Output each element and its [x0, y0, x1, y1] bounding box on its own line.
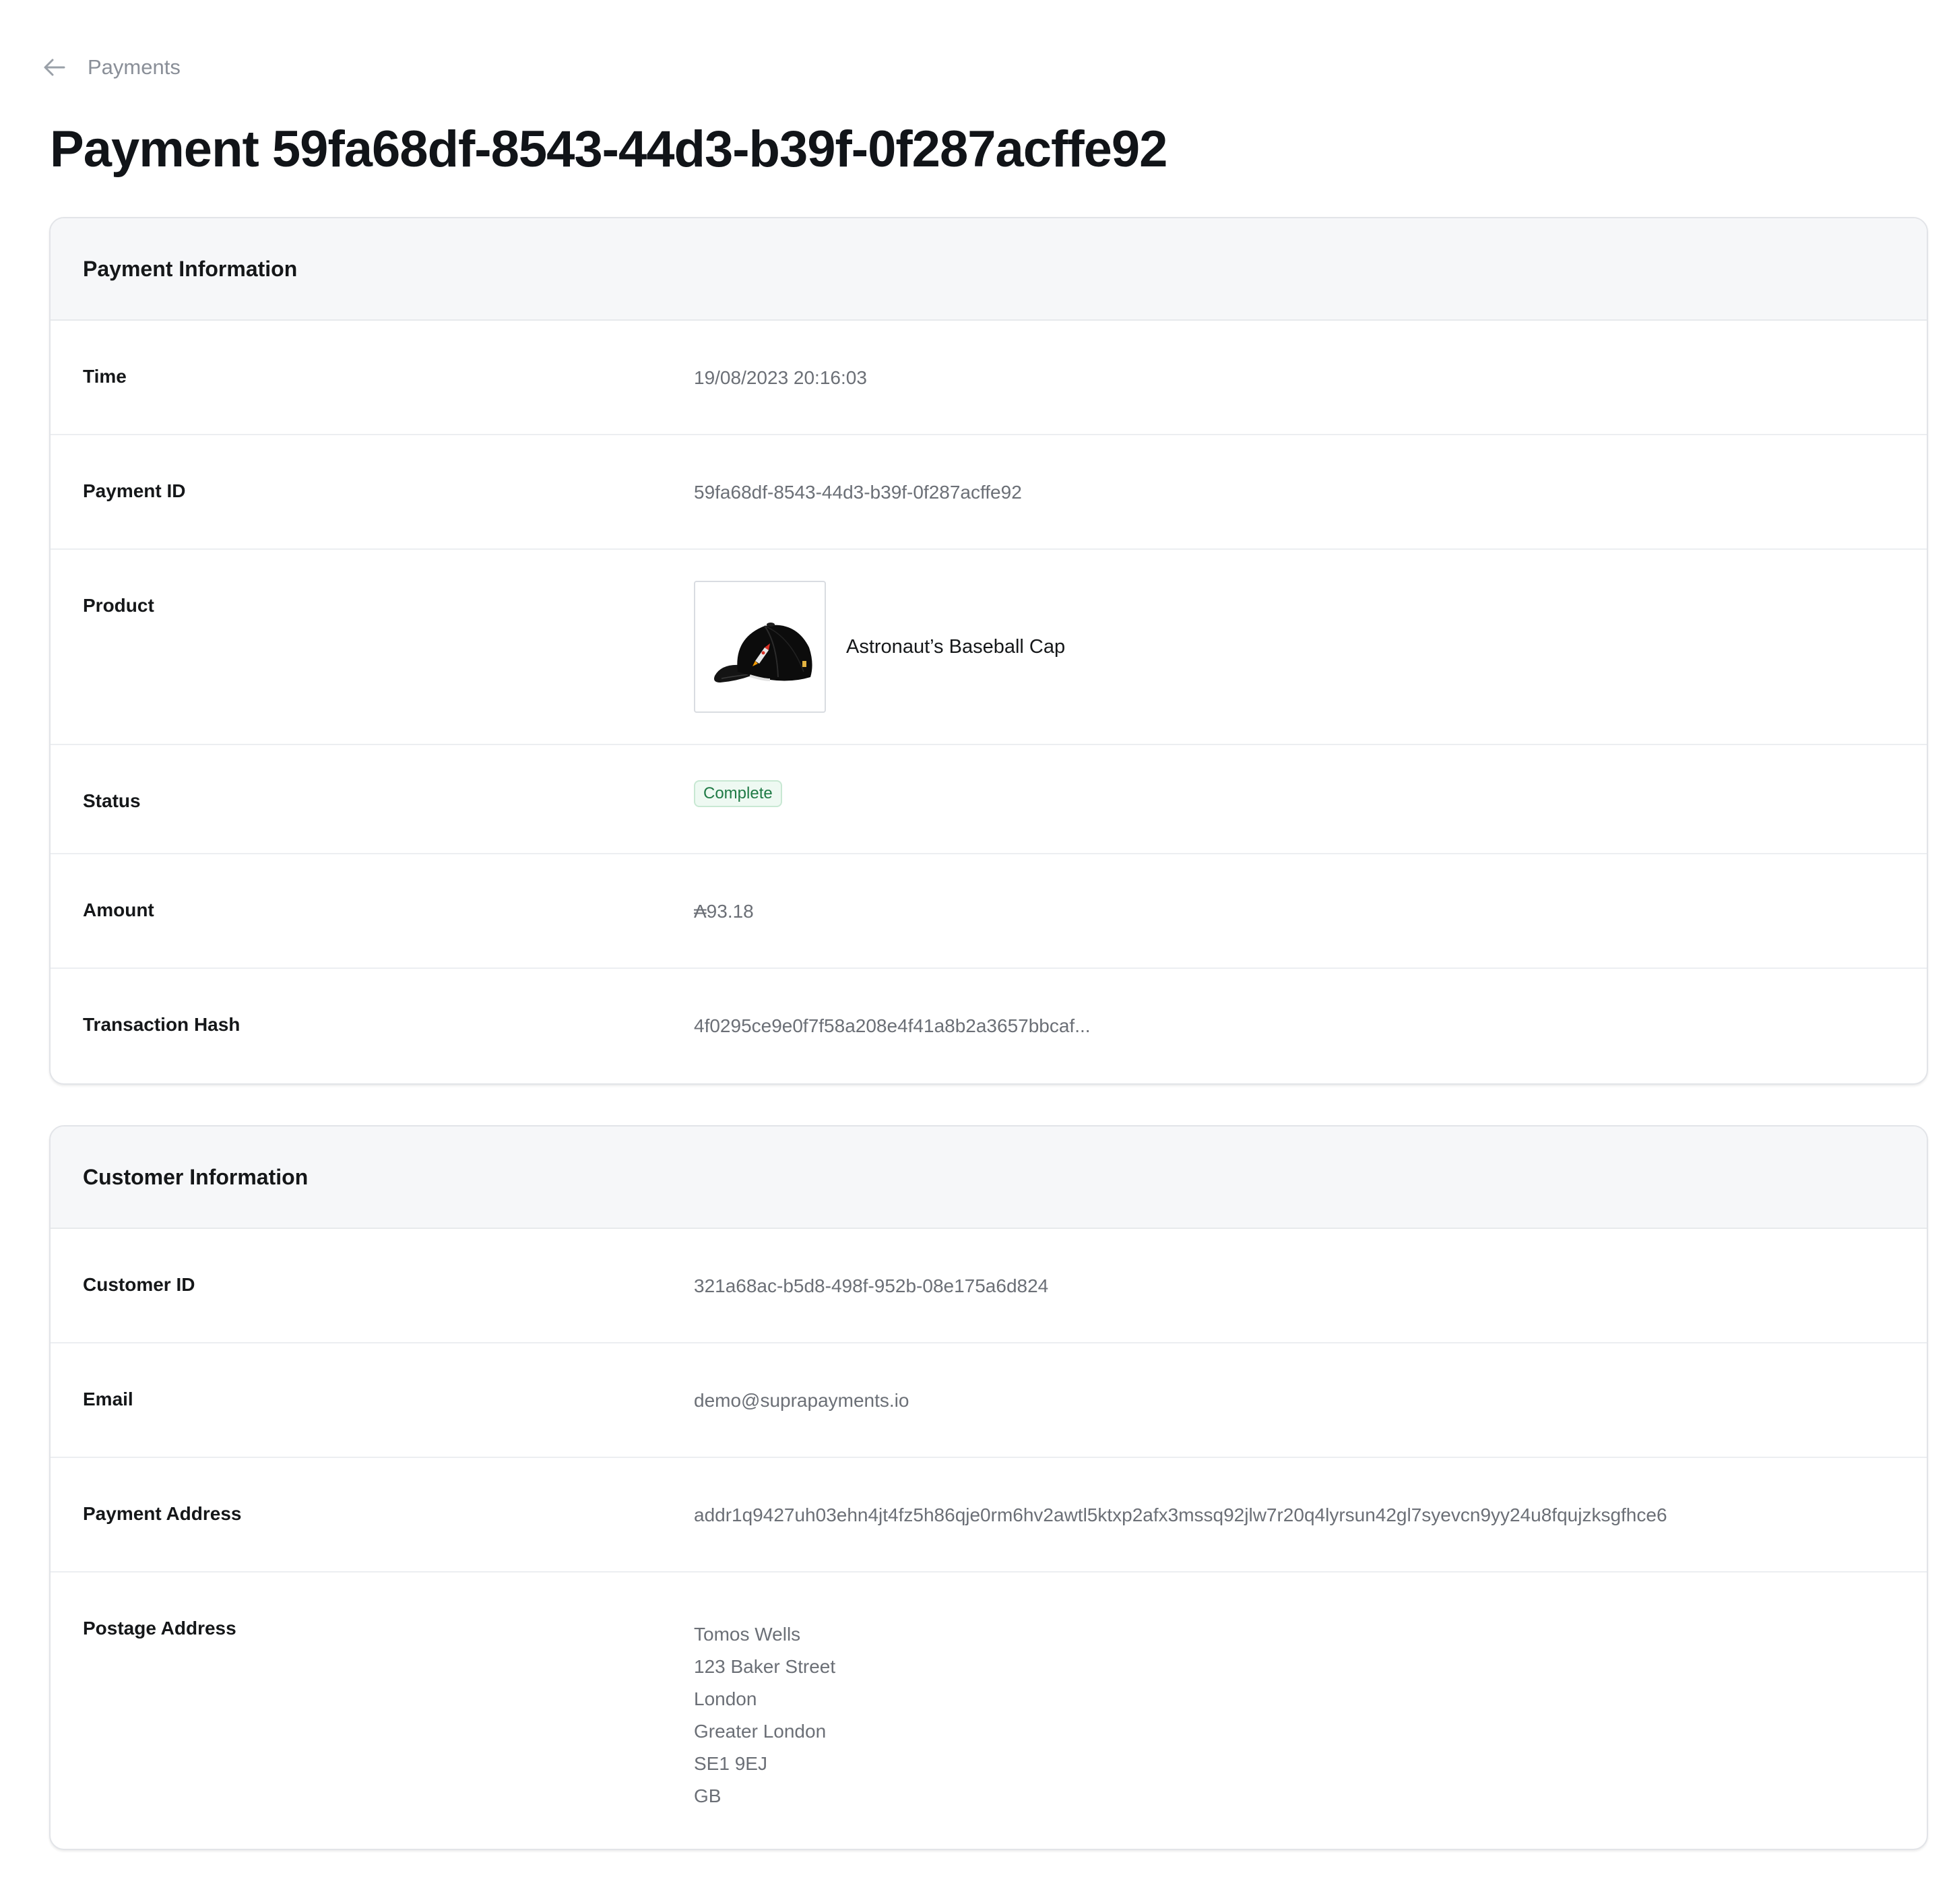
customer-id-label: Customer ID — [83, 1274, 195, 1295]
product-name: Astronaut’s Baseball Cap — [846, 635, 1066, 658]
page-title: Payment 59fa68df-8543-44d3-b39f-0f287acf… — [50, 121, 1167, 178]
arrow-left-icon — [43, 58, 66, 77]
email-label: Email — [83, 1389, 133, 1409]
customer-id-value: 321a68ac-b5d8-498f-952b-08e175a6d824 — [694, 1275, 1049, 1296]
back-to-payments-link[interactable]: Payments — [43, 49, 181, 86]
row-customer-id: Customer ID 321a68ac-b5d8-498f-952b-08e1… — [51, 1229, 1927, 1343]
row-transaction-hash: Transaction Hash 4f0295ce9e0f7f58a208e4f… — [51, 969, 1927, 1082]
payment-address-value: addr1q9427uh03ehn4jt4fz5h86qje0rm6hv2awt… — [694, 1504, 1667, 1525]
customer-information-card: Customer Information Customer ID 321a68a… — [49, 1125, 1928, 1850]
card-header: Payment Information — [51, 218, 1927, 321]
address-line: 123 Baker Street — [694, 1656, 836, 1677]
back-link-label: Payments — [88, 55, 181, 79]
address-line: London — [694, 1688, 757, 1709]
row-payment-address: Payment Address addr1q9427uh03ehn4jt4fz5… — [51, 1458, 1927, 1573]
row-payment-id: Payment ID 59fa68df-8543-44d3-b39f-0f287… — [51, 435, 1927, 550]
address-line: Greater London — [694, 1721, 827, 1742]
status-label: Status — [83, 790, 141, 811]
address-line: GB — [694, 1785, 722, 1806]
postage-address-value: Tomos Wells 123 Baker Street London Grea… — [694, 1618, 835, 1812]
time-value: 19/08/2023 20:16:03 — [694, 367, 867, 388]
payment-detail-page: Payments Payment 59fa68df-8543-44d3-b39f… — [0, 0, 1955, 1904]
row-time: Time 19/08/2023 20:16:03 — [51, 321, 1927, 435]
address-line: SE1 9EJ — [694, 1753, 767, 1774]
row-postage-address: Postage Address Tomos Wells 123 Baker St… — [51, 1573, 1927, 1847]
product-thumbnail — [694, 581, 826, 713]
row-amount: Amount ₳93.18 — [51, 854, 1927, 969]
email-value: demo@suprapayments.io — [694, 1390, 909, 1411]
baseball-cap-image — [714, 623, 812, 683]
card-header: Customer Information — [51, 1126, 1927, 1229]
payment-id-label: Payment ID — [83, 480, 186, 501]
transaction-hash-label: Transaction Hash — [83, 1014, 241, 1035]
product-label: Product — [83, 595, 154, 616]
row-email: Email demo@suprapayments.io — [51, 1343, 1927, 1458]
amount-label: Amount — [83, 899, 154, 920]
amount-value: ₳93.18 — [694, 901, 754, 922]
payment-id-value: 59fa68df-8543-44d3-b39f-0f287acffe92 — [694, 482, 1022, 503]
product-item[interactable]: Astronaut’s Baseball Cap — [694, 581, 1065, 713]
time-label: Time — [83, 366, 127, 387]
transaction-hash-value[interactable]: 4f0295ce9e0f7f58a208e4f41a8b2a3657bbcaf.… — [694, 1015, 1091, 1038]
postage-address-label: Postage Address — [83, 1618, 236, 1639]
row-status: Status Complete — [51, 745, 1927, 854]
row-product: Product Astronaut’s Baseball Cap — [51, 550, 1927, 745]
status-badge: Complete — [694, 780, 782, 807]
payment-address-label: Payment Address — [83, 1503, 242, 1524]
payment-information-card: Payment Information Time 19/08/2023 20:1… — [49, 217, 1928, 1085]
address-line: Tomos Wells — [694, 1624, 801, 1645]
